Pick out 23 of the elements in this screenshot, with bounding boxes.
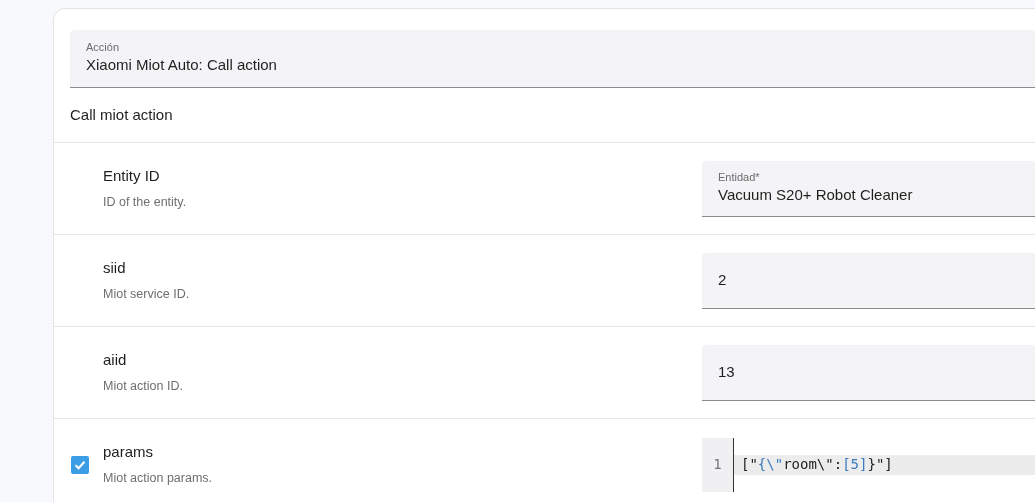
action-description: Call miot action	[70, 104, 173, 125]
checkbox[interactable]	[71, 455, 89, 474]
parameter-name: params	[103, 442, 155, 463]
field-value: 13	[718, 361, 736, 382]
field-value: Vacuum S20+ Robot Cleaner	[718, 184, 914, 205]
parameter-description: ID of the entity.	[103, 193, 188, 211]
text-field[interactable]: Entidad* Vacuum S20+ Robot Cleaner	[702, 160, 1035, 217]
parameter-description: Miot service ID.	[103, 285, 191, 303]
text-field[interactable]: 2	[702, 252, 1035, 309]
code-editor[interactable]: 1 ["{\"room\":[5]}"]	[702, 437, 1035, 492]
parameter-description: Miot action ID.	[103, 377, 184, 395]
parameter-name: aiid	[103, 350, 128, 371]
field-label: Acción	[86, 40, 121, 55]
parameter-name: siid	[103, 258, 127, 279]
parameter-name: Entity ID	[103, 166, 161, 187]
code-line: ["{\"room\":[5]}"]	[741, 455, 893, 474]
field-value: 2	[718, 269, 728, 290]
text-field[interactable]: 13	[702, 344, 1035, 401]
action-field[interactable]: Acción Xiaomi Miot Auto: Call action	[70, 30, 1035, 88]
field-value: Xiaomi Miot Auto: Call action	[86, 55, 278, 76]
parameter-description: Miot action params.	[103, 469, 214, 487]
field-label: Entidad*	[718, 169, 761, 184]
line-number: 1	[713, 455, 722, 474]
